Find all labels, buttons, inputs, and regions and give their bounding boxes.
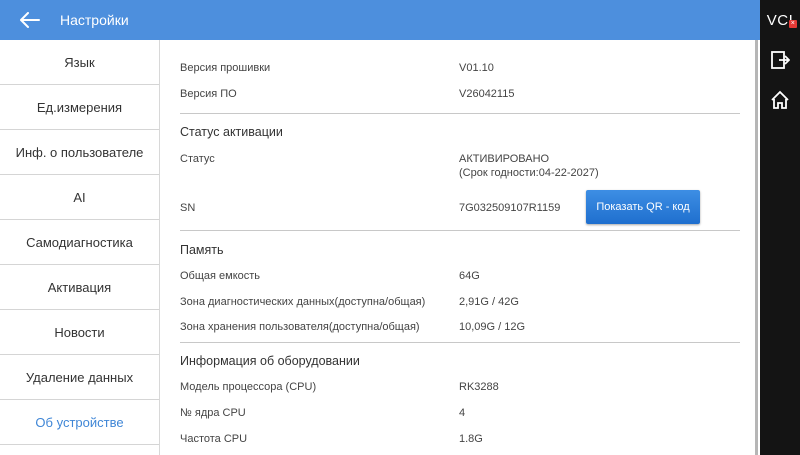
cpu-frequency-label: Частота CPU (180, 433, 248, 445)
activation-status-label: Статус (180, 153, 215, 165)
divider (180, 113, 740, 114)
activation-expiry: (Срок годности:04-22-2027) (459, 167, 599, 179)
sidebar-item-ai[interactable]: AI (0, 175, 159, 220)
page-title: Настройки (60, 12, 129, 28)
divider (180, 342, 740, 343)
cpu-frequency-value: 1.8G (459, 433, 483, 445)
sidebar-item-self-diagnostics[interactable]: Самодиагностика (0, 220, 159, 265)
activation-status-value: АКТИВИРОВАНО (459, 153, 550, 165)
scrollbar[interactable] (755, 40, 758, 455)
back-arrow-icon[interactable] (0, 0, 60, 40)
sidebar-item-news[interactable]: Новости (0, 310, 159, 355)
cpu-model-value: RK3288 (459, 381, 499, 393)
show-qr-code-button[interactable]: Показать QR - код (586, 190, 700, 224)
memory-section-title: Память (180, 243, 224, 257)
sidebar-item-activation[interactable]: Активация (0, 265, 159, 310)
firmware-version-label: Версия прошивки (180, 62, 271, 74)
hardware-section-title: Информация об оборудовании (180, 354, 360, 368)
firmware-version-value: V01.10 (459, 62, 494, 74)
cpu-model-label: Модель процессора (CPU) (180, 381, 317, 393)
sidebar-item-user-info[interactable]: Инф. о пользователе (0, 130, 159, 175)
total-capacity-value: 64G (459, 270, 480, 282)
divider (180, 230, 740, 231)
user-storage-zone-value: 10,09G / 12G (459, 321, 526, 333)
software-version-label: Версия ПО (180, 88, 237, 100)
exit-icon[interactable] (768, 48, 792, 72)
about-device-panel: Версия прошивки V01.10 Версия ПО V260421… (161, 40, 760, 455)
sidebar-item-language[interactable]: Язык (0, 40, 159, 85)
sidebar-item-units[interactable]: Ед.измерения (0, 85, 159, 130)
vci-disconnected-badge: × (789, 20, 797, 28)
user-storage-zone-label: Зона хранения пользователя(доступна/обща… (180, 321, 420, 333)
sn-label: SN (180, 202, 196, 214)
diagnostic-data-zone-value: 2,91G / 42G (459, 296, 519, 308)
cpu-cores-value: 4 (459, 407, 466, 419)
top-bar: Настройки (0, 0, 760, 40)
diagnostic-data-zone-label: Зона диагностических данных(доступна/общ… (180, 296, 426, 308)
sidebar-item-delete-data[interactable]: Удаление данных (0, 355, 159, 400)
settings-sidebar: Язык Ед.измерения Инф. о пользователе AI… (0, 40, 160, 455)
activation-section-title: Статус активации (180, 125, 283, 139)
right-toolbar: VCI × (760, 0, 800, 455)
home-icon[interactable] (768, 88, 792, 112)
cpu-cores-label: № ядра CPU (180, 407, 246, 419)
total-capacity-label: Общая емкость (180, 270, 261, 282)
sn-value: 7G032509107R1159 (459, 202, 561, 214)
sidebar-item-about-device[interactable]: Об устройстве (0, 400, 159, 445)
vci-status-button[interactable]: VCI × (760, 0, 800, 40)
software-version-value: V26042115 (459, 88, 515, 100)
